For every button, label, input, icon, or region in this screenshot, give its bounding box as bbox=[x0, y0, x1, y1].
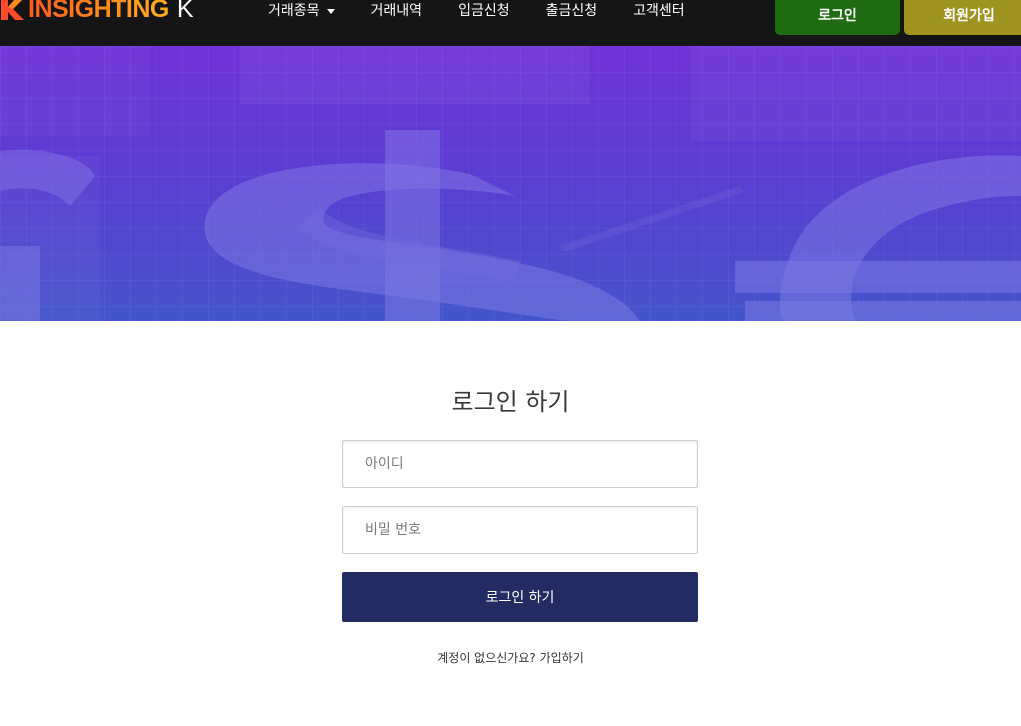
nav-item-customer-center[interactable]: 고객센터 bbox=[633, 0, 685, 22]
login-title: 로그인 하기 bbox=[451, 388, 570, 416]
nav-item-withdraw-request[interactable]: 출금신청 bbox=[546, 0, 598, 22]
nav-item-label: 거래종목 bbox=[268, 3, 320, 19]
login-submit-button[interactable]: 로그인 하기 bbox=[342, 572, 698, 622]
logo-text: INSIGHTING bbox=[28, 0, 169, 24]
nav-item-trade-history[interactable]: 거래내역 bbox=[371, 0, 423, 22]
top-navbar: INSIGHTING K 거래종목 거래내역 입금신청 출금신청 고객센터 로그… bbox=[0, 0, 1021, 46]
main-nav: 거래종목 거래내역 입금신청 출금신청 고객센터 bbox=[268, 0, 685, 22]
header-login-button[interactable]: 로그인 bbox=[775, 0, 900, 35]
nav-item-label: 거래내역 bbox=[370, 3, 423, 19]
nav-item-label: 고객센터 bbox=[633, 3, 685, 19]
logo-mark-icon bbox=[0, 0, 26, 22]
site-logo[interactable]: INSIGHTING K bbox=[0, 0, 194, 24]
header-join-button[interactable]: 회원가입 bbox=[904, 0, 1021, 35]
signup-link[interactable]: 가입하기 bbox=[540, 651, 584, 665]
nav-item-deposit-request[interactable]: 입금신청 bbox=[458, 0, 510, 22]
password-input[interactable] bbox=[342, 506, 698, 554]
nav-item-label: 입금신청 bbox=[458, 3, 510, 19]
user-id-input[interactable] bbox=[342, 440, 698, 488]
logo-suffix: K bbox=[176, 0, 194, 23]
hero-banner bbox=[0, 46, 1021, 321]
caret-down-icon bbox=[326, 9, 335, 14]
signup-prompt-text: 계정이 없으신가요? bbox=[437, 651, 536, 665]
nav-item-trading-items[interactable]: 거래종목 bbox=[268, 0, 335, 22]
currency-symbols-banner-image bbox=[0, 46, 1021, 321]
signup-prompt-row: 계정이 없으신가요? 가입하기 bbox=[0, 648, 1021, 668]
nav-item-label: 출금신청 bbox=[545, 3, 598, 19]
